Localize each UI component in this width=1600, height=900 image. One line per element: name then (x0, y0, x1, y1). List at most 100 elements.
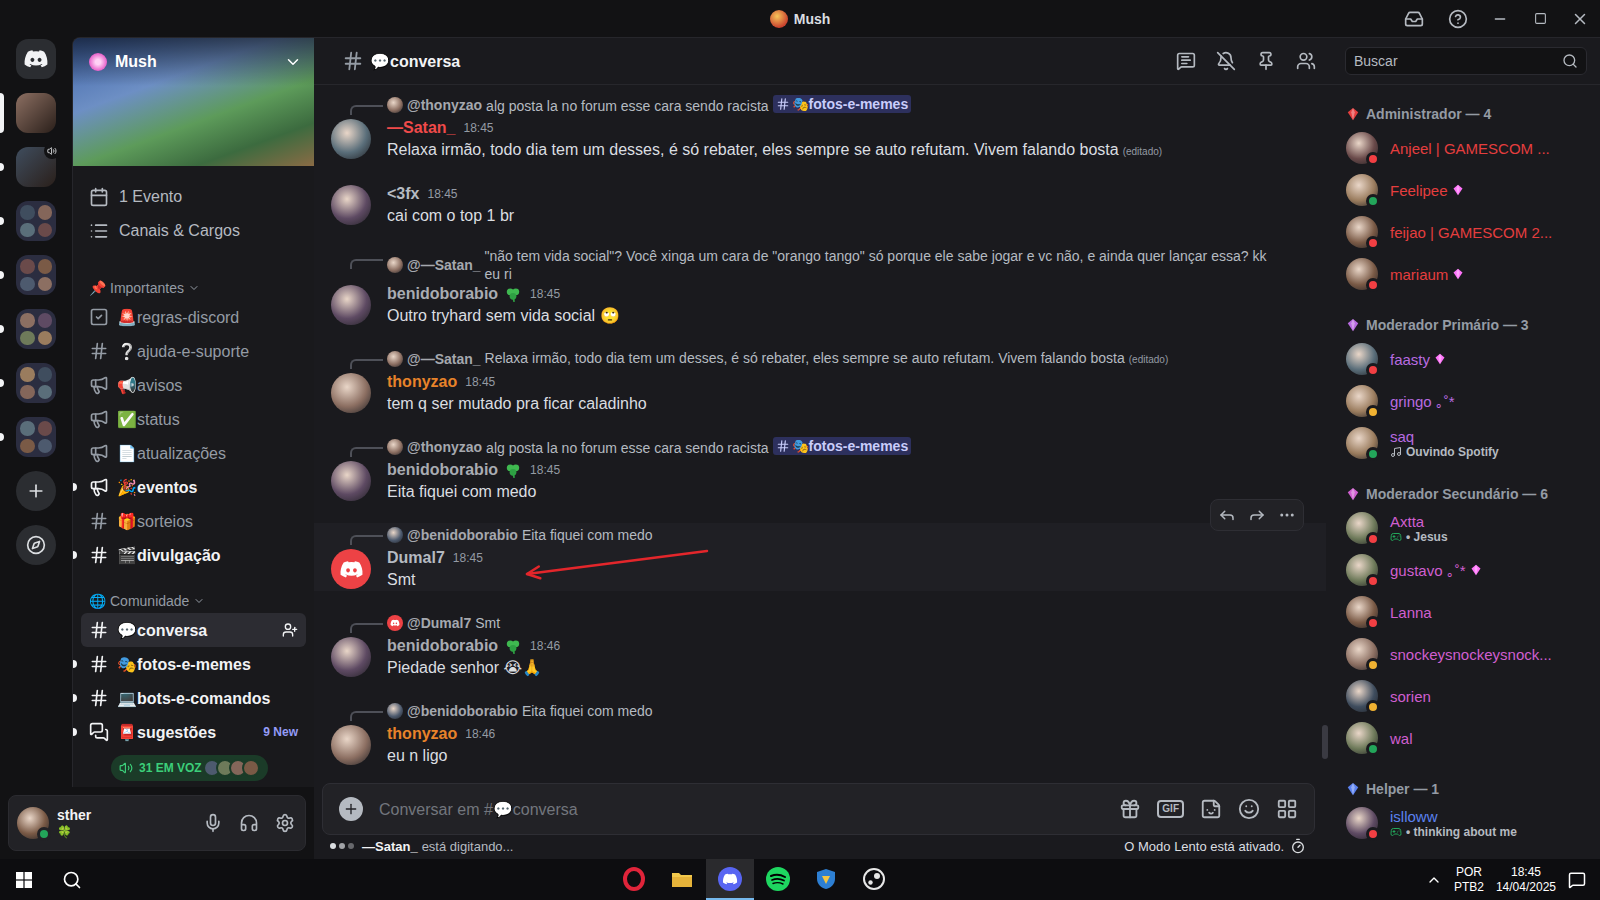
tray-chevron-icon[interactable] (1426, 872, 1442, 888)
channel-row[interactable]: 📄atualizações (81, 436, 306, 470)
scrollbar-thumb[interactable] (1322, 725, 1328, 759)
message[interactable]: @Dumal7Smtbenidoborabio18:46Piedade senh… (314, 611, 1326, 679)
member-row[interactable]: gringo ｡˚* (1338, 380, 1592, 422)
message-author[interactable]: <3fx (387, 185, 419, 203)
channel-row[interactable]: 📮sugestões9 New (81, 715, 306, 749)
start-button[interactable] (0, 859, 48, 900)
members-icon[interactable] (1296, 51, 1316, 71)
reply-preview[interactable]: @Dumal7Smt (387, 611, 1278, 635)
message[interactable]: @—Satan_Relaxa irmão, todo dia tem um de… (314, 347, 1326, 415)
channel-row[interactable]: 🎭fotos-e-memes (81, 647, 306, 681)
taskbar-app[interactable] (850, 859, 898, 900)
category-row[interactable]: 🌐Comunidade (81, 589, 306, 613)
voice-pill[interactable]: 31 EM VOZ (111, 755, 268, 781)
member-row[interactable]: faasty (1338, 338, 1592, 380)
taskbar-app[interactable] (610, 859, 658, 900)
taskbar-app[interactable] (658, 859, 706, 900)
reply-preview[interactable]: @thonyzaoalg posta la no forum esse cara… (387, 435, 1278, 459)
server-header[interactable]: Mush (73, 38, 314, 86)
inbox-button[interactable] (1392, 0, 1436, 37)
taskbar-app[interactable] (754, 859, 802, 900)
pin-icon[interactable] (1256, 51, 1276, 71)
gift-icon[interactable] (1119, 798, 1141, 820)
channel-row[interactable]: 🎬divulgação (81, 538, 306, 572)
search-button[interactable] (48, 859, 96, 900)
channel-row[interactable]: 💬conversa (81, 613, 306, 647)
discover-button[interactable] (16, 525, 56, 565)
message-composer[interactable]: Conversar em #💬conversaGIF (322, 783, 1315, 835)
more-button[interactable] (1273, 502, 1301, 528)
taskbar-app[interactable] (802, 859, 850, 900)
search-box[interactable]: Buscar (1345, 47, 1587, 75)
message-author[interactable]: thonyzao (387, 725, 457, 743)
help-button[interactable] (1436, 0, 1480, 37)
channel-row[interactable]: 📢avisos (81, 368, 306, 402)
reply-button[interactable] (1213, 502, 1241, 528)
member-row[interactable]: sorien (1338, 675, 1592, 717)
headphones-icon[interactable] (239, 813, 259, 833)
server-item[interactable] (0, 309, 72, 349)
message[interactable]: @thonyzaoalg posta la no forum esse cara… (314, 435, 1326, 503)
server-item[interactable] (0, 363, 72, 403)
channel-mention[interactable]: 🎭fotos-e-memes (773, 437, 912, 455)
message-author[interactable]: benidoborabio (387, 637, 498, 655)
reply-preview[interactable]: @benidoborabioEita fiquei com medo (387, 699, 1278, 723)
reply-preview[interactable]: @thonyzaoalg posta la no forum esse cara… (387, 93, 1278, 117)
channel-row[interactable]: 🎉eventos (81, 470, 306, 504)
message-author[interactable]: —Satan_ (387, 119, 455, 137)
message[interactable]: @benidoborabioEita fiquei com medo thonyz… (314, 699, 1326, 767)
minimize-button[interactable] (1480, 0, 1520, 37)
reply-preview[interactable]: @benidoborabioEita fiquei com medo (387, 523, 1278, 547)
server-item[interactable] (0, 93, 72, 133)
browse-row[interactable]: Canais & Cargos (81, 214, 306, 248)
user-avatar-wrap[interactable] (17, 807, 49, 839)
taskbar-app[interactable] (706, 859, 754, 900)
message-author[interactable]: Dumal7 (387, 549, 445, 567)
member-row[interactable]: feijao | GAMESCOM 2... (1338, 211, 1592, 253)
attach-button[interactable] (339, 797, 363, 821)
emoji-icon[interactable] (1238, 798, 1260, 820)
events-row[interactable]: 1 Evento (81, 180, 306, 214)
message-author[interactable]: benidoborabio (387, 461, 498, 479)
server-item[interactable] (0, 417, 72, 457)
server-item[interactable] (0, 201, 72, 241)
notifications-icon[interactable] (1568, 871, 1586, 889)
member-row[interactable]: Feelipee (1338, 169, 1592, 211)
home-button[interactable] (16, 39, 56, 79)
add-server-button[interactable] (16, 471, 56, 511)
member-row[interactable]: wal (1338, 717, 1592, 759)
close-button[interactable] (1560, 0, 1600, 37)
language-indicator[interactable]: PORPTB2 (1454, 865, 1484, 895)
clock[interactable]: 18:4514/04/2025 (1496, 865, 1556, 895)
message[interactable]: @thonyzaoalg posta la no forum esse cara… (314, 93, 1326, 163)
sticker-icon[interactable] (1200, 798, 1222, 820)
member-row[interactable]: Axtta• Jesus (1338, 507, 1592, 549)
settings-icon[interactable] (275, 813, 295, 833)
member-row[interactable]: islloww• thinking about me (1338, 802, 1592, 844)
member-row[interactable]: Lanna (1338, 591, 1592, 633)
channel-row[interactable]: 💻bots-e-comandos (81, 681, 306, 715)
channel-row[interactable]: ✅status (81, 402, 306, 436)
message[interactable]: <3fx18:45cai com o top 1 br (314, 183, 1326, 227)
server-item[interactable] (0, 255, 72, 295)
server-item[interactable] (0, 147, 72, 187)
maximize-button[interactable] (1520, 0, 1560, 37)
bell-off-icon[interactable] (1216, 51, 1236, 71)
gif-button[interactable]: GIF (1157, 800, 1184, 818)
forward-button[interactable] (1243, 502, 1271, 528)
category-row[interactable]: 📌Importantes (81, 276, 306, 300)
member-row[interactable]: gustavo ｡˚* (1338, 549, 1592, 591)
threads-icon[interactable] (1176, 51, 1196, 71)
channel-mention[interactable]: 🎭fotos-e-memes (773, 95, 912, 113)
member-row[interactable]: saqOuvindo Spotify (1338, 422, 1592, 464)
channel-row[interactable]: 🎁sorteios (81, 504, 306, 538)
message[interactable]: @—Satan_"não tem vida social"? Você xing… (314, 247, 1326, 327)
member-row[interactable]: Anjeel | GAMESCOM ... (1338, 127, 1592, 169)
message-author[interactable]: benidoborabio (387, 285, 498, 303)
channel-row[interactable]: 🚨regras-discord (81, 300, 306, 334)
message-author[interactable]: thonyzao (387, 373, 457, 391)
message[interactable]: @benidoborabioEita fiquei com medo Dumal7… (314, 523, 1326, 591)
member-row[interactable]: mariaum (1338, 253, 1592, 295)
apps-icon[interactable] (1276, 798, 1298, 820)
reply-preview[interactable]: @—Satan_Relaxa irmão, todo dia tem um de… (387, 347, 1278, 371)
